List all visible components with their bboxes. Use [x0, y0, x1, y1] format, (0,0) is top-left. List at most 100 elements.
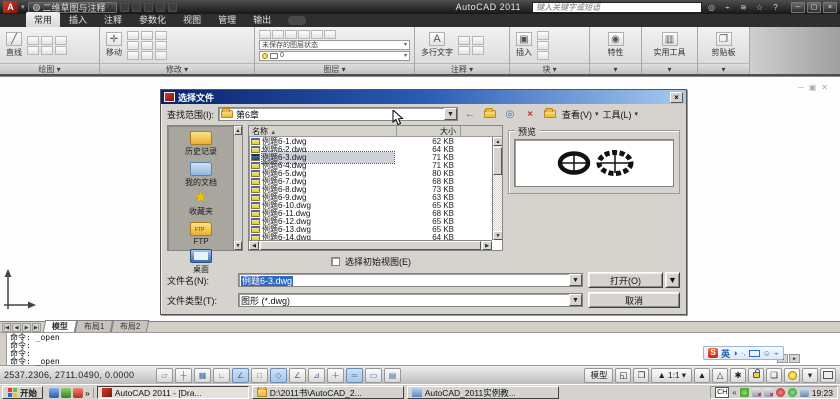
drawing-area[interactable]: ─ ▣ ✕ 选择文件 × 查找范围(I): 第6章 ▼: [0, 76, 840, 321]
ribbon-tool-icon[interactable]: [155, 31, 167, 40]
ribbon-tool-icon[interactable]: [55, 46, 67, 55]
ribbon-tool-icon[interactable]: [55, 36, 67, 45]
search-input[interactable]: [532, 2, 702, 13]
scroll-up-icon[interactable]: ▲: [234, 126, 242, 135]
panel-modify-label[interactable]: 修改 ▾: [100, 63, 254, 74]
tab-insert[interactable]: 插入: [61, 12, 95, 27]
back-button[interactable]: ←: [462, 107, 478, 121]
open-button[interactable]: 打开(O): [588, 272, 663, 288]
panel-utilities-label[interactable]: ▾: [642, 63, 697, 74]
annotation-visibility-icon[interactable]: ▲: [694, 368, 710, 383]
filename-dropdown-button[interactable]: ▼: [569, 274, 582, 286]
infer-constraints-toggle[interactable]: ▱: [156, 368, 173, 383]
layer-state-combo[interactable]: 未保存的图层状态 ▾: [259, 40, 410, 50]
tray-health-icon[interactable]: [776, 388, 785, 397]
qat-undo-icon[interactable]: [156, 3, 165, 12]
task-folder[interactable]: D:\2011书\AutoCAD_2...: [252, 386, 404, 399]
quick-launch-explorer-icon[interactable]: [61, 388, 71, 398]
drawing-minimize-button[interactable]: ─: [798, 83, 804, 92]
tray-antivirus-icon[interactable]: [740, 388, 749, 397]
qat-save-icon[interactable]: [132, 3, 141, 12]
insert-block-button[interactable]: ▣ 插入: [514, 32, 534, 58]
place-item[interactable]: 桌面: [190, 249, 212, 275]
ime-language-toggle[interactable]: 英: [721, 347, 730, 360]
restore-button[interactable]: ▢: [807, 2, 821, 13]
ribbon-tool-icon[interactable]: [472, 46, 484, 55]
place-item[interactable]: 收藏夹: [189, 191, 213, 217]
tab-output[interactable]: 输出: [245, 12, 279, 27]
qat-plot-icon[interactable]: [144, 3, 153, 12]
panel-properties-label[interactable]: ▾: [590, 63, 641, 74]
clean-screen-icon[interactable]: [820, 368, 836, 383]
grid-toggle[interactable]: ▦: [194, 368, 211, 383]
ortho-toggle[interactable]: ∟: [213, 368, 230, 383]
cmd-scroll-right-icon[interactable]: ▶: [789, 354, 800, 363]
scroll-right-icon[interactable]: ▶: [482, 241, 492, 250]
delete-button[interactable]: ×: [522, 107, 538, 121]
tab-parametric[interactable]: 参数化: [131, 12, 174, 27]
ribbon-tool-icon[interactable]: [472, 36, 484, 45]
tab-model[interactable]: 模型: [43, 320, 78, 332]
ime-emoji-icon[interactable]: ☺: [763, 349, 771, 358]
favorites-star-icon[interactable]: ☆: [753, 2, 766, 13]
tab-view[interactable]: 视图: [175, 12, 209, 27]
layer-combo[interactable]: 0 ▾: [259, 51, 410, 61]
last-tab-icon[interactable]: ▶|: [32, 323, 41, 332]
ribbon-tool-icon[interactable]: [537, 31, 549, 40]
ribbon-tool-icon[interactable]: [324, 30, 336, 39]
panel-layers-label[interactable]: 图层 ▾: [255, 63, 414, 74]
ribbon-tool-icon[interactable]: [537, 51, 549, 60]
ribbon-tool-icon[interactable]: [272, 30, 284, 39]
ribbon-tool-icon[interactable]: [155, 51, 167, 60]
tab-layout2[interactable]: 布局2: [111, 320, 150, 332]
ime-wrench-icon[interactable]: ⌁: [774, 349, 779, 358]
minimize-button[interactable]: ─: [791, 2, 805, 13]
ribbon-tool-icon[interactable]: [41, 36, 53, 45]
initial-view-checkbox[interactable]: [331, 257, 340, 266]
autocad-app-icon[interactable]: A: [3, 1, 18, 13]
qat-open-icon[interactable]: [120, 3, 129, 12]
look-in-dropdown-button[interactable]: ▼: [444, 108, 457, 120]
status-menu-dropdown-icon[interactable]: ▾: [802, 368, 818, 383]
ribbon-tool-icon[interactable]: [155, 41, 167, 50]
snap-toggle[interactable]: ┼: [175, 368, 192, 383]
tray-network-disconnected-icon[interactable]: ×: [752, 388, 761, 397]
mtext-button[interactable]: A 多行文字: [419, 32, 455, 58]
file-list-vscrollbar[interactable]: ▲ ▼: [492, 137, 502, 240]
ime-fullwidth-icon[interactable]: ◗: [733, 348, 738, 358]
ducs-toggle[interactable]: ⊿: [308, 368, 325, 383]
ribbon-tool-icon[interactable]: [127, 31, 139, 40]
tools-menu-button[interactable]: 工具(L) ▾: [603, 108, 639, 121]
tray-network2-disconnected-icon[interactable]: ×: [764, 388, 773, 397]
line-button[interactable]: ╱ 直线: [4, 32, 24, 58]
filename-combo[interactable]: 例题6-3.dwg ▼: [238, 273, 583, 287]
up-one-level-button[interactable]: [482, 107, 498, 121]
ribbon-tool-icon[interactable]: [285, 30, 297, 39]
utilities-button[interactable]: ▥ 实用工具: [652, 32, 688, 58]
subscription-wrench-icon[interactable]: ⌁: [721, 2, 734, 13]
task-autocad[interactable]: AutoCAD 2011 - [Dra...: [97, 386, 249, 399]
osnap-toggle[interactable]: □: [251, 368, 268, 383]
model-space-button[interactable]: 模型: [584, 368, 613, 383]
tab-layout1[interactable]: 布局1: [75, 320, 114, 332]
lock-ui-icon[interactable]: [748, 368, 764, 383]
ribbon-tool-icon[interactable]: [127, 51, 139, 60]
lineweight-toggle[interactable]: ═: [346, 368, 363, 383]
dialog-close-button[interactable]: ×: [670, 92, 683, 103]
clipboard-button[interactable]: ❐ 剪贴板: [710, 32, 738, 58]
quick-launch-desktop-icon[interactable]: [73, 388, 83, 398]
ime-language-bar[interactable]: S 英 ◗ ·, ☺ ⌁: [703, 346, 784, 360]
ribbon-options-icon[interactable]: [288, 16, 306, 25]
cancel-button[interactable]: 取消: [588, 292, 680, 308]
annotation-scale-button[interactable]: ▲ 1:1 ▾: [651, 368, 692, 383]
places-scrollbar[interactable]: ▲ ▼: [233, 126, 242, 250]
first-tab-icon[interactable]: |◀: [2, 323, 11, 332]
transparency-toggle[interactable]: ▭: [365, 368, 382, 383]
scrollbar-thumb[interactable]: [260, 241, 481, 250]
search-binoculars-icon[interactable]: ◎: [705, 2, 718, 13]
ribbon-tool-icon[interactable]: [141, 41, 153, 50]
app-menu-chevron-icon[interactable]: ▾: [21, 3, 25, 11]
new-folder-button[interactable]: [542, 107, 558, 121]
filetype-dropdown-button[interactable]: ▼: [569, 294, 582, 306]
otrack-toggle[interactable]: ∠: [289, 368, 306, 383]
